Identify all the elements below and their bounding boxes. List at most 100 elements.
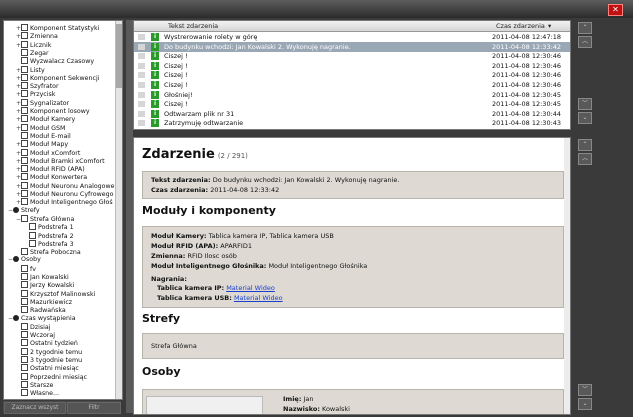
tree-item[interactable]: 3 tygodnie temu	[16, 356, 82, 364]
tree-checkbox[interactable]	[29, 223, 36, 231]
tree-checkbox[interactable]	[21, 156, 28, 164]
tree-checkbox[interactable]	[21, 115, 28, 123]
tree-checkbox[interactable]	[21, 281, 28, 289]
detail-scroll-down-button[interactable]: ﹀	[578, 384, 592, 396]
tree-item[interactable]: Jerzy Kowalski	[16, 281, 74, 289]
tree-item[interactable]: + Listy	[16, 65, 45, 74]
tree-item[interactable]: Strefa Poboczna	[16, 248, 81, 256]
tree-item[interactable]: Krzysztof Malinowski	[16, 289, 95, 298]
tree-item[interactable]: Mazurkiewicz	[16, 297, 72, 306]
event-row[interactable]: i Ciszej ! 2011-04-08 12:30:45	[134, 99, 570, 109]
tree-item[interactable]: + Moduł Kamery	[16, 115, 75, 123]
tree-checkbox[interactable]	[21, 32, 28, 40]
tree-checkbox[interactable]	[21, 306, 28, 314]
first-event-button[interactable]: ⌃	[578, 22, 592, 34]
tree-checkbox[interactable]	[21, 322, 28, 330]
filter-button[interactable]: Filtr	[67, 402, 121, 414]
event-row[interactable]: i Do budynku wchodzi: Jan Kowalski 2. Wyk…	[134, 41, 570, 52]
tree-scrollbar-thumb[interactable]	[116, 24, 122, 88]
tree-item[interactable]: + Moduł Neuronu Cyfrowego	[16, 190, 113, 198]
select-all-button[interactable]: Zaznacz wszyst	[4, 402, 66, 414]
tree-checkbox[interactable]	[21, 90, 28, 98]
tree-checkbox[interactable]	[21, 364, 28, 372]
tree-item[interactable]: + Moduł Neuronu Analogowe	[16, 181, 115, 190]
tree-checkbox[interactable]	[21, 297, 28, 305]
tree-item[interactable]: Jan Kowalski	[16, 273, 69, 281]
tree-checkbox[interactable]	[21, 40, 28, 48]
previous-event-button[interactable]: ︿	[578, 36, 592, 48]
tree-checkbox[interactable]	[21, 331, 28, 339]
tree-checkbox[interactable]	[21, 57, 28, 65]
tree-item[interactable]: + Zmienna	[16, 32, 58, 40]
tree-checkbox[interactable]	[21, 372, 28, 380]
event-row[interactable]: i Ciszej ! 2011-04-08 12:30:46	[134, 80, 570, 90]
event-row[interactable]: i Ciszej ! 2011-04-08 12:30:46	[134, 70, 570, 80]
close-button[interactable]: ✕	[608, 4, 623, 16]
tree-item[interactable]: Starsze	[16, 380, 53, 389]
tree-item[interactable]: Własne...	[16, 389, 59, 397]
detail-scroll-top-button[interactable]: ⌃	[578, 139, 592, 151]
detail-scroll-up-button[interactable]: ︿	[578, 153, 592, 165]
event-row[interactable]: i Wystrerowanie rolety w górę 2011-04-08 1…	[134, 32, 570, 42]
tree-item[interactable]: Dzisiaj	[16, 322, 51, 331]
tree-checkbox[interactable]	[21, 148, 28, 156]
column-header-event-text[interactable]: Tekst zdarzenia	[168, 22, 218, 30]
tree-checkbox[interactable]	[21, 181, 28, 189]
tree-item[interactable]: + Komponent Statystyki	[16, 24, 99, 32]
tree-checkbox[interactable]	[21, 123, 28, 131]
tree-item[interactable]: Wyzwalacz Czasowy	[16, 57, 94, 65]
tree-item[interactable]: Radwańska	[16, 306, 66, 314]
next-event-button[interactable]: ﹀	[578, 98, 592, 110]
tree-item[interactable]: + Moduł GSM	[16, 123, 65, 132]
recording-ip-link[interactable]: Material Wideo	[226, 284, 275, 292]
tree-checkbox[interactable]	[21, 48, 28, 56]
tree-checkbox[interactable]	[21, 248, 28, 256]
tree-item[interactable]: + Moduł xComfort	[16, 148, 80, 157]
tree-item[interactable]: Moduł E-mail	[16, 131, 71, 140]
tree-item[interactable]: + Moduł RFID (APA)	[16, 165, 85, 173]
tree-item[interactable]: Podstrefa 2	[24, 231, 74, 240]
detail-scroll-bottom-button[interactable]: ⌄	[578, 398, 592, 410]
tree-checkbox[interactable]	[29, 239, 36, 247]
tree-checkbox[interactable]	[21, 24, 28, 31]
tree-checkbox[interactable]	[21, 98, 28, 106]
tree-checkbox[interactable]	[21, 73, 28, 81]
tree-item[interactable]: fv	[16, 264, 36, 273]
tree-checkbox[interactable]	[21, 214, 28, 222]
splitter[interactable]	[126, 20, 133, 413]
tree-item[interactable]: + Moduł Inteligentnego Głoś	[16, 198, 113, 206]
tree-item[interactable]: Podstrefa 3	[24, 239, 74, 248]
event-row[interactable]: i Ciszej ! 2011-04-08 12:30:46	[134, 51, 570, 61]
tree-item[interactable]: Poprzedni miesiąc	[16, 372, 87, 381]
tree-item[interactable]: Zegar	[16, 48, 49, 57]
tree-checkbox[interactable]	[21, 356, 28, 363]
event-row[interactable]: i Zatrzymuję odtwarzanie 2011-04-08 12:30:…	[134, 118, 570, 128]
tree-checkbox[interactable]	[21, 165, 28, 173]
tree-item[interactable]: + Komponent losowy	[16, 107, 90, 115]
tree-item[interactable]: − Czas wystąpienia	[8, 314, 76, 323]
tree-item[interactable]: + Licznik	[16, 40, 51, 49]
tree-item[interactable]: Ostatni miesiąc	[16, 364, 79, 372]
tree-item[interactable]: + Sygnalizator	[16, 98, 69, 107]
tree-checkbox[interactable]	[29, 231, 36, 239]
detail-scrollbar[interactable]	[564, 138, 570, 414]
tree-checkbox[interactable]	[21, 140, 28, 148]
tree-item[interactable]: + Moduł Konwertera	[16, 173, 87, 181]
event-row[interactable]: i Ciszej ! 2011-04-08 12:30:46	[134, 61, 570, 71]
event-row[interactable]: i Odtwarzam plik nr 31 2011-04-08 12:30:44	[134, 109, 570, 119]
tree-item[interactable]: Wczoraj	[16, 331, 55, 339]
tree-item[interactable]: 2 tygodnie temu	[16, 347, 82, 356]
tree-item[interactable]: + Moduł Bramki xComfort	[16, 156, 105, 165]
tree-item[interactable]: − Osoby	[8, 256, 41, 264]
tree-checkbox[interactable]	[21, 380, 28, 388]
tree-checkbox[interactable]	[21, 273, 28, 280]
tree-checkbox[interactable]	[21, 107, 28, 114]
tree-checkbox[interactable]	[21, 264, 28, 272]
last-event-button[interactable]: ⌄	[578, 112, 592, 124]
tree-checkbox[interactable]	[21, 198, 28, 206]
tree-item[interactable]: + Szyfrator	[16, 82, 59, 90]
tree-checkbox[interactable]	[21, 65, 28, 73]
tree-item[interactable]: Podstrefa 1	[24, 223, 74, 231]
tree-item[interactable]: − Strefy	[8, 206, 40, 215]
tree-checkbox[interactable]	[21, 131, 28, 139]
